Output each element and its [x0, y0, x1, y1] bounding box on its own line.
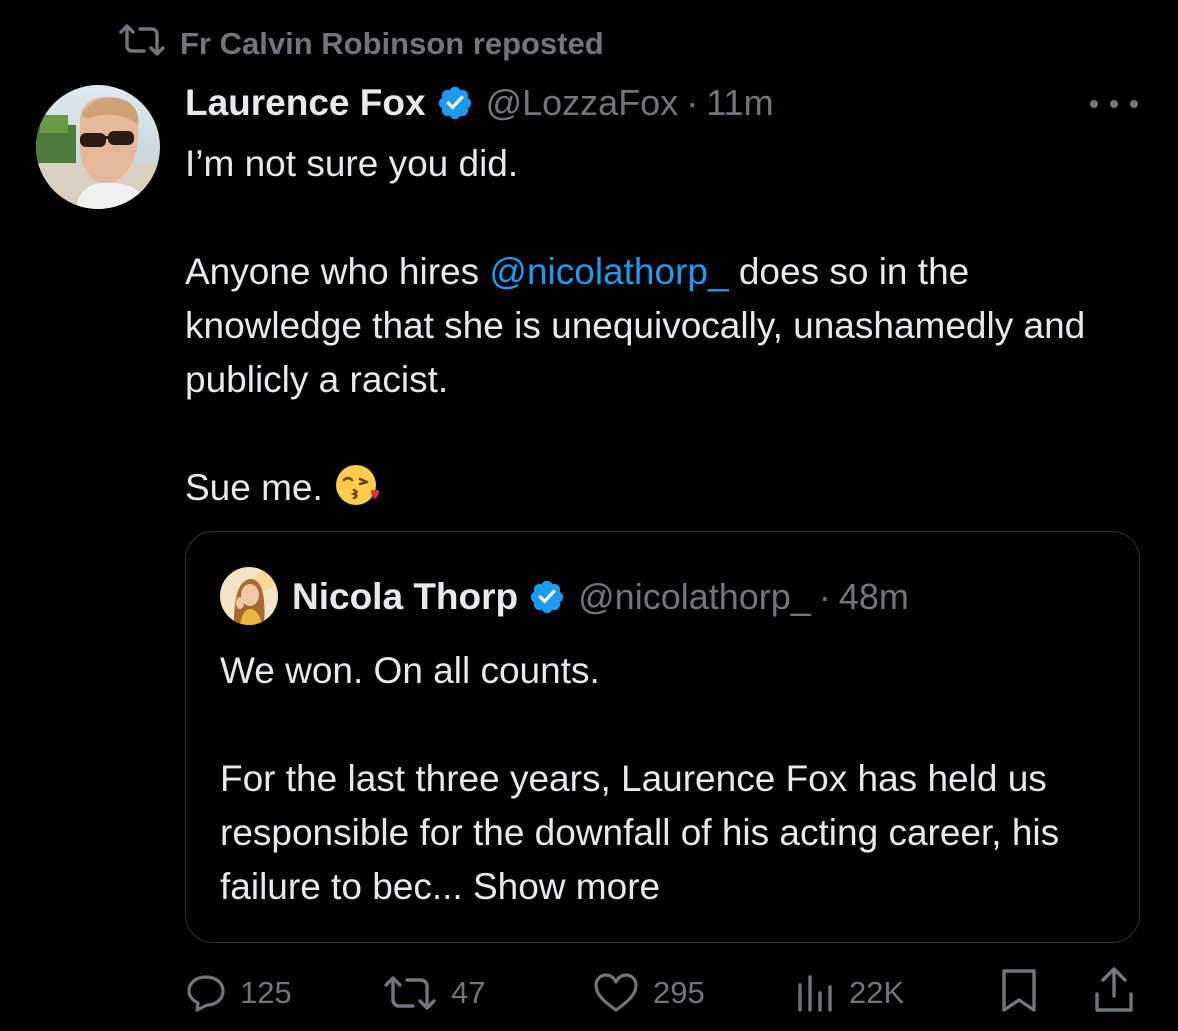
quoted-text-paragraph: For the last three years, Laurence Fox h… [220, 758, 1060, 907]
repost-text: Fr Calvin Robinson reposted [180, 26, 604, 61]
verified-badge-icon[interactable] [528, 578, 566, 616]
bookmark-icon[interactable] [1000, 968, 1038, 1019]
repost-count: 47 [451, 975, 486, 1010]
reply-button[interactable]: 125 [186, 968, 292, 1018]
share-icon[interactable] [1093, 966, 1135, 1019]
views-icon [795, 973, 835, 1013]
repost-icon [383, 975, 437, 1011]
like-count: 295 [653, 975, 705, 1010]
views-count: 22K [849, 975, 905, 1010]
repost-icon [118, 23, 166, 65]
author-name[interactable]: Laurence Fox [185, 82, 426, 124]
face-blowing-kiss-emoji [335, 462, 381, 508]
tweet-text-line: Sue me. [185, 461, 1135, 515]
quoted-author-name[interactable]: Nicola Thorp [292, 576, 518, 618]
heart-icon [593, 973, 639, 1013]
separator: · [686, 82, 699, 123]
tweet-text: I’m not sure you did. Anyone who hires @… [185, 137, 1135, 515]
repost-button[interactable]: 47 [383, 968, 485, 1018]
author-avatar[interactable] [36, 85, 160, 209]
like-button[interactable]: 295 [593, 968, 705, 1018]
repost-indicator[interactable]: Fr Calvin Robinson reposted [118, 24, 604, 64]
tweet[interactable]: Fr Calvin Robinson reposted Laurence Fox… [0, 0, 1178, 1031]
quoted-author-avatar[interactable] [220, 567, 278, 625]
verified-badge-icon[interactable] [436, 84, 474, 122]
tweet-header: Laurence Fox @LozzaFox · 11m [185, 80, 774, 126]
text-segment: Sue me. [185, 467, 323, 508]
reply-icon [186, 974, 226, 1012]
quoted-timestamp[interactable]: 48m [839, 576, 909, 618]
timestamp[interactable]: 11m [706, 82, 773, 124]
quoted-tweet-header: Nicola Thorp @nicolathorp_ · 48m [292, 574, 909, 620]
quoted-tweet-text: We won. On all counts. For the last thre… [220, 644, 1110, 914]
author-handle[interactable]: @LozzaFox [486, 82, 679, 124]
more-options-icon[interactable] [1090, 92, 1138, 116]
tweet-text-paragraph: Anyone who hires @nicolathorp_ does so i… [185, 245, 1135, 407]
tweet-text-line: I’m not sure you did. [185, 143, 519, 184]
quoted-text-line: We won. On all counts. [220, 650, 600, 691]
quoted-tweet-card[interactable]: Nicola Thorp @nicolathorp_ · 48m We won.… [185, 531, 1140, 943]
views-button[interactable]: 22K [795, 968, 904, 1018]
mention-link[interactable]: @nicolathorp_ [489, 251, 728, 292]
separator: · [818, 576, 831, 617]
reply-count: 125 [240, 975, 292, 1010]
quoted-author-handle[interactable]: @nicolathorp_ [578, 576, 811, 618]
text-segment: Anyone who hires [185, 251, 490, 292]
